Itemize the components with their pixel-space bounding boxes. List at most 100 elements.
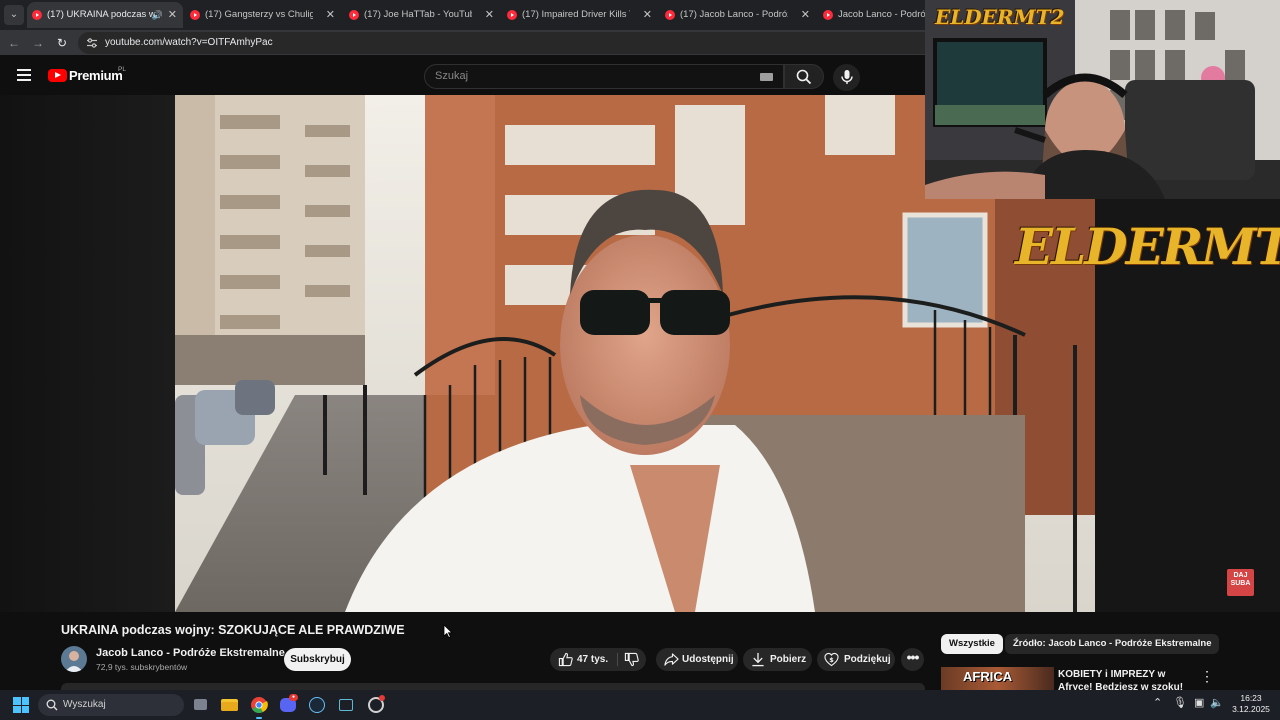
speaker-icon[interactable]: 🔊 (152, 2, 163, 28)
svg-text:$: $ (829, 656, 834, 664)
badge-line-1: DAJ (1233, 572, 1248, 579)
browser-tab[interactable]: (17) Joe HaTTab - YouTube ✕ (344, 2, 500, 28)
search-placeholder: Szukaj (435, 70, 469, 82)
channel-name[interactable]: Jacob Lanco - Podróże Ekstremalne (96, 647, 285, 659)
close-tab-icon[interactable]: ✕ (168, 2, 177, 28)
webcam-logo: ELDERMT2 (935, 5, 1065, 29)
microphone-icon (841, 70, 853, 84)
share-icon (664, 653, 679, 666)
youtube-logo-text[interactable]: Premium (69, 68, 123, 83)
video-title: UKRAINA podczas wojny: SZOKUJĄCE ALE PRA… (61, 623, 405, 637)
video-info-section: UKRAINA podczas wojny: SZOKUJĄCE ALE PRA… (0, 612, 1280, 693)
chrome-icon[interactable] (249, 695, 269, 719)
like-divider (617, 653, 618, 666)
streamer-webcam: ELDERMT2 (925, 0, 1280, 199)
clock-date: 3.12.2025 (1232, 704, 1270, 714)
subscriber-count: 72,9 tys. subskrybentów (96, 662, 188, 672)
search-icon (46, 699, 58, 711)
windows-taskbar: Wyszukaj ● ⌃ 🎙 ▣ 🔈 16:23 3.12.2025 (0, 690, 1280, 720)
download-button[interactable]: Pobierz (743, 648, 812, 671)
reco-thumbnail[interactable]: AFRICA (941, 667, 1054, 690)
more-actions-button[interactable]: ••• (901, 648, 924, 671)
like-dislike-group: 47 tys. (550, 648, 646, 671)
tab-title: (17) Jacob Lanco - Podróże Ekst (680, 9, 788, 20)
site-settings-icon[interactable] (86, 37, 98, 49)
chip-all[interactable]: Wszystkie (941, 634, 1003, 654)
voice-search-button[interactable] (833, 64, 860, 91)
badge-line-2: SUBA (1230, 580, 1251, 587)
tray-expand-icon[interactable]: ⌃ (1153, 696, 1162, 709)
close-tab-icon[interactable]: ✕ (326, 2, 335, 28)
forward-arrow-icon[interactable]: → (29, 34, 47, 52)
youtube-favicon-icon (507, 10, 517, 20)
windows-start-icon[interactable] (13, 697, 29, 713)
video-backdrop-right: ELDERMT2 DAJ SUBA (1015, 199, 1280, 612)
browser-tab[interactable]: (17) Gangsterzy vs Chuligani - Y ✕ (185, 2, 341, 28)
webcam-image (925, 0, 1280, 199)
thumbs-down-icon[interactable] (624, 652, 639, 667)
youtube-favicon-icon (823, 10, 833, 20)
youtube-favicon-icon (190, 10, 200, 20)
youtube-logo-icon[interactable] (48, 69, 67, 82)
overlay-logo: ELDERMT2 (1015, 217, 1280, 276)
super-thanks-icon: $ (824, 652, 839, 667)
keyboard-icon[interactable] (760, 73, 773, 81)
youtube-favicon-icon (665, 10, 675, 20)
thanks-label: Podziękuj (844, 654, 891, 665)
discord-icon[interactable]: ● (278, 694, 298, 715)
download-icon (752, 652, 764, 667)
browser-tab[interactable]: (17) Impaired Driver Kills Three ✕ (502, 2, 658, 28)
like-count: 47 tys. (577, 654, 609, 665)
taskbar-search-label: Wyszukaj (63, 699, 106, 710)
microphone-tray-icon[interactable]: 🎙 (1173, 696, 1187, 709)
channel-avatar[interactable] (61, 646, 87, 672)
app-icon[interactable] (336, 695, 356, 715)
search-button[interactable] (784, 64, 824, 89)
chip-source-channel[interactable]: Źródło: Jacob Lanco - Podróże Ekstremaln… (1005, 634, 1220, 654)
tab-title: (17) Impaired Driver Kills Three (522, 9, 630, 20)
file-explorer-icon[interactable] (220, 695, 240, 715)
like-button[interactable]: 47 tys. (550, 648, 617, 671)
country-code: PL (118, 66, 126, 73)
share-button[interactable]: Udostępnij (656, 648, 738, 671)
description-box-edge[interactable] (61, 683, 925, 690)
youtube-favicon-icon (349, 10, 359, 20)
more-horizontal-icon: ••• (906, 649, 920, 665)
share-label: Udostępnij (682, 654, 734, 665)
steam-icon[interactable] (307, 695, 327, 715)
tab-title: (17) Joe HaTTab - YouTube (364, 9, 472, 20)
thumbs-up-icon (558, 652, 573, 667)
video-backdrop-left (0, 95, 175, 612)
url-text: youtube.com/watch?v=OITFAmhyPac (105, 37, 273, 48)
back-arrow-icon[interactable]: ← (5, 34, 23, 52)
reload-icon[interactable]: ↻ (53, 34, 71, 52)
volume-icon[interactable]: 🔈 (1210, 696, 1224, 709)
download-label: Pobierz (770, 654, 807, 665)
task-view-icon[interactable] (191, 695, 211, 715)
close-tab-icon[interactable]: ✕ (801, 2, 810, 28)
subscribe-button[interactable]: Subskrybuj (284, 648, 351, 671)
clock-time: 16:23 (1240, 693, 1262, 703)
close-tab-icon[interactable]: ✕ (643, 2, 652, 28)
network-icon[interactable]: ▣ (1194, 696, 1204, 709)
browser-tab-active[interactable]: (17) UKRAINA podczas wojny 🔊 ✕ (27, 2, 183, 28)
youtube-favicon-icon (32, 10, 42, 20)
tab-title: (17) UKRAINA podczas wojny (47, 9, 155, 20)
browser-tab[interactable]: Jacob Lanco - Podróże Ekstr (818, 2, 928, 28)
mouse-cursor-icon (443, 624, 453, 638)
obs-icon[interactable] (366, 695, 386, 715)
close-tab-icon[interactable]: ✕ (485, 2, 494, 28)
clock[interactable]: 16:23 3.12.2025 (1226, 693, 1276, 715)
tab-title: (17) Gangsterzy vs Chuligani - Y (205, 9, 313, 20)
menu-icon[interactable] (17, 69, 31, 81)
tab-title: Jacob Lanco - Podróże Ekstr (838, 9, 926, 20)
thanks-button[interactable]: $ Podziękuj (817, 648, 895, 671)
search-input[interactable]: Szukaj (424, 64, 784, 89)
reco-menu-icon[interactable]: ⋮ (1200, 668, 1214, 685)
reco-thumbnail-text: AFRICA (963, 669, 1013, 684)
tab-search-button[interactable]: ⌄ (4, 5, 24, 25)
browser-tab[interactable]: (17) Jacob Lanco - Podróże Ekst ✕ (660, 2, 816, 28)
taskbar-search[interactable]: Wyszukaj (38, 694, 184, 716)
address-bar[interactable]: youtube.com/watch?v=OITFAmhyPac (78, 32, 938, 54)
subscribe-badge: DAJ SUBA (1227, 569, 1254, 596)
